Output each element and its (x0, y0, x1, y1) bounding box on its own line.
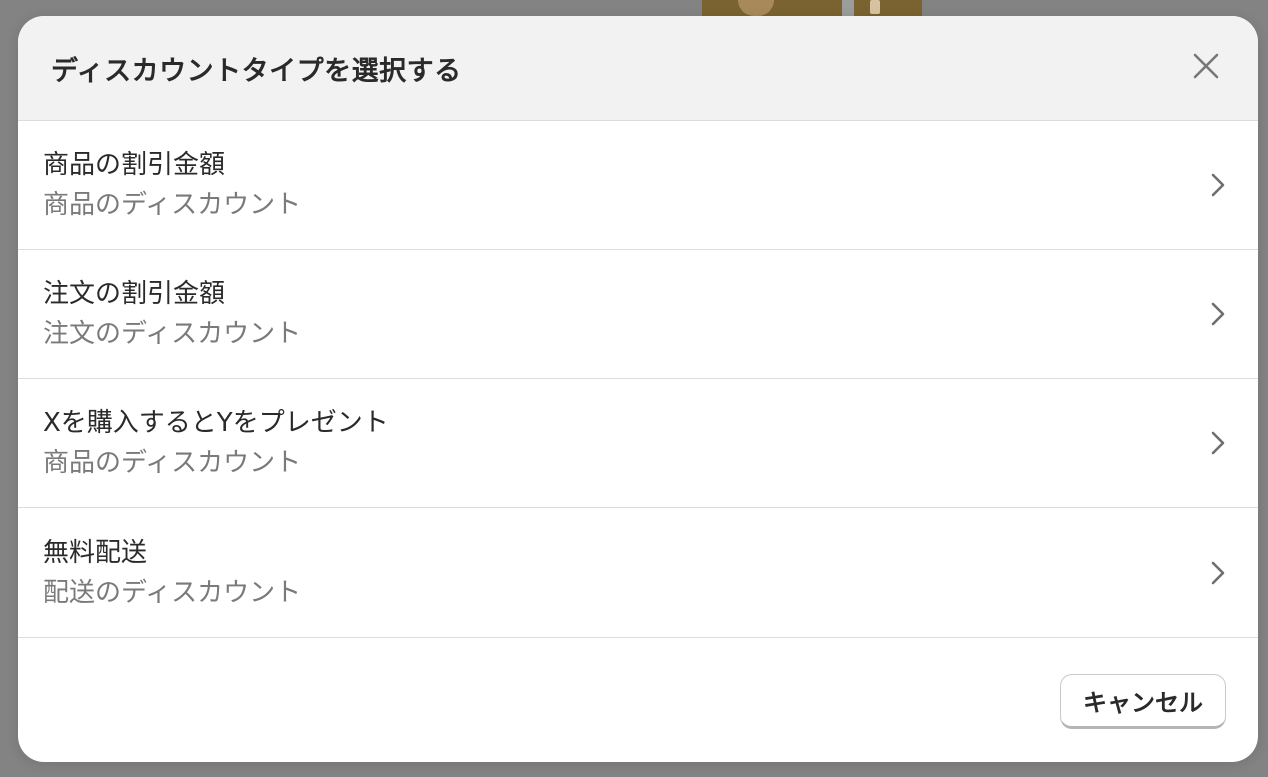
option-title: 商品の割引金額 (43, 150, 226, 180)
close-icon (1193, 53, 1219, 83)
modal-footer: キャンセル (18, 638, 1258, 758)
chevron-right-icon (1208, 429, 1228, 457)
chevron-right-icon (1208, 559, 1228, 587)
option-free-shipping[interactable]: 無料配送 配送のディスカウント (18, 508, 1258, 638)
option-title: 無料配送 (43, 537, 148, 568)
option-subtitle: 注文のディスカウント (43, 319, 302, 349)
discount-option-list: 商品の割引金額 商品のディスカウント 注文の割引金額 注文のディスカウント Xを… (18, 121, 1258, 638)
option-text: 商品の割引金額 商品のディスカウント (43, 150, 301, 220)
close-button[interactable] (1186, 48, 1226, 88)
option-buy-x-get-y[interactable]: Xを購入するとYをプレゼント 商品のディスカウント (18, 379, 1258, 508)
option-text: Xを購入するとYをプレゼント 商品のディスカウント (43, 408, 389, 478)
chevron-right-icon (1208, 300, 1228, 328)
cancel-button[interactable]: キャンセル (1060, 673, 1226, 729)
option-text: 無料配送 配送のディスカウント (43, 538, 301, 608)
option-subtitle: 商品のディスカウント (43, 448, 302, 478)
chevron-right-icon (1208, 171, 1228, 199)
discount-type-modal: ディスカウントタイプを選択する 商品の割引金額 商品のディスカウント 注文の割引… (18, 16, 1258, 762)
illustration-shape (870, 0, 880, 14)
option-order-discount[interactable]: 注文の割引金額 注文のディスカウント (18, 250, 1258, 379)
option-text: 注文の割引金額 注文のディスカウント (43, 279, 301, 349)
option-subtitle: 配送のディスカウント (43, 577, 302, 608)
modal-header: ディスカウントタイプを選択する (18, 16, 1258, 121)
option-title: 注文の割引金額 (43, 279, 226, 309)
option-subtitle: 商品のディスカウント (43, 190, 302, 220)
option-title: Xを購入するとYをプレゼント (43, 408, 389, 438)
modal-title: ディスカウントタイプを選択する (51, 55, 462, 87)
illustration-shape (738, 0, 774, 16)
option-product-discount[interactable]: 商品の割引金額 商品のディスカウント (18, 121, 1258, 250)
